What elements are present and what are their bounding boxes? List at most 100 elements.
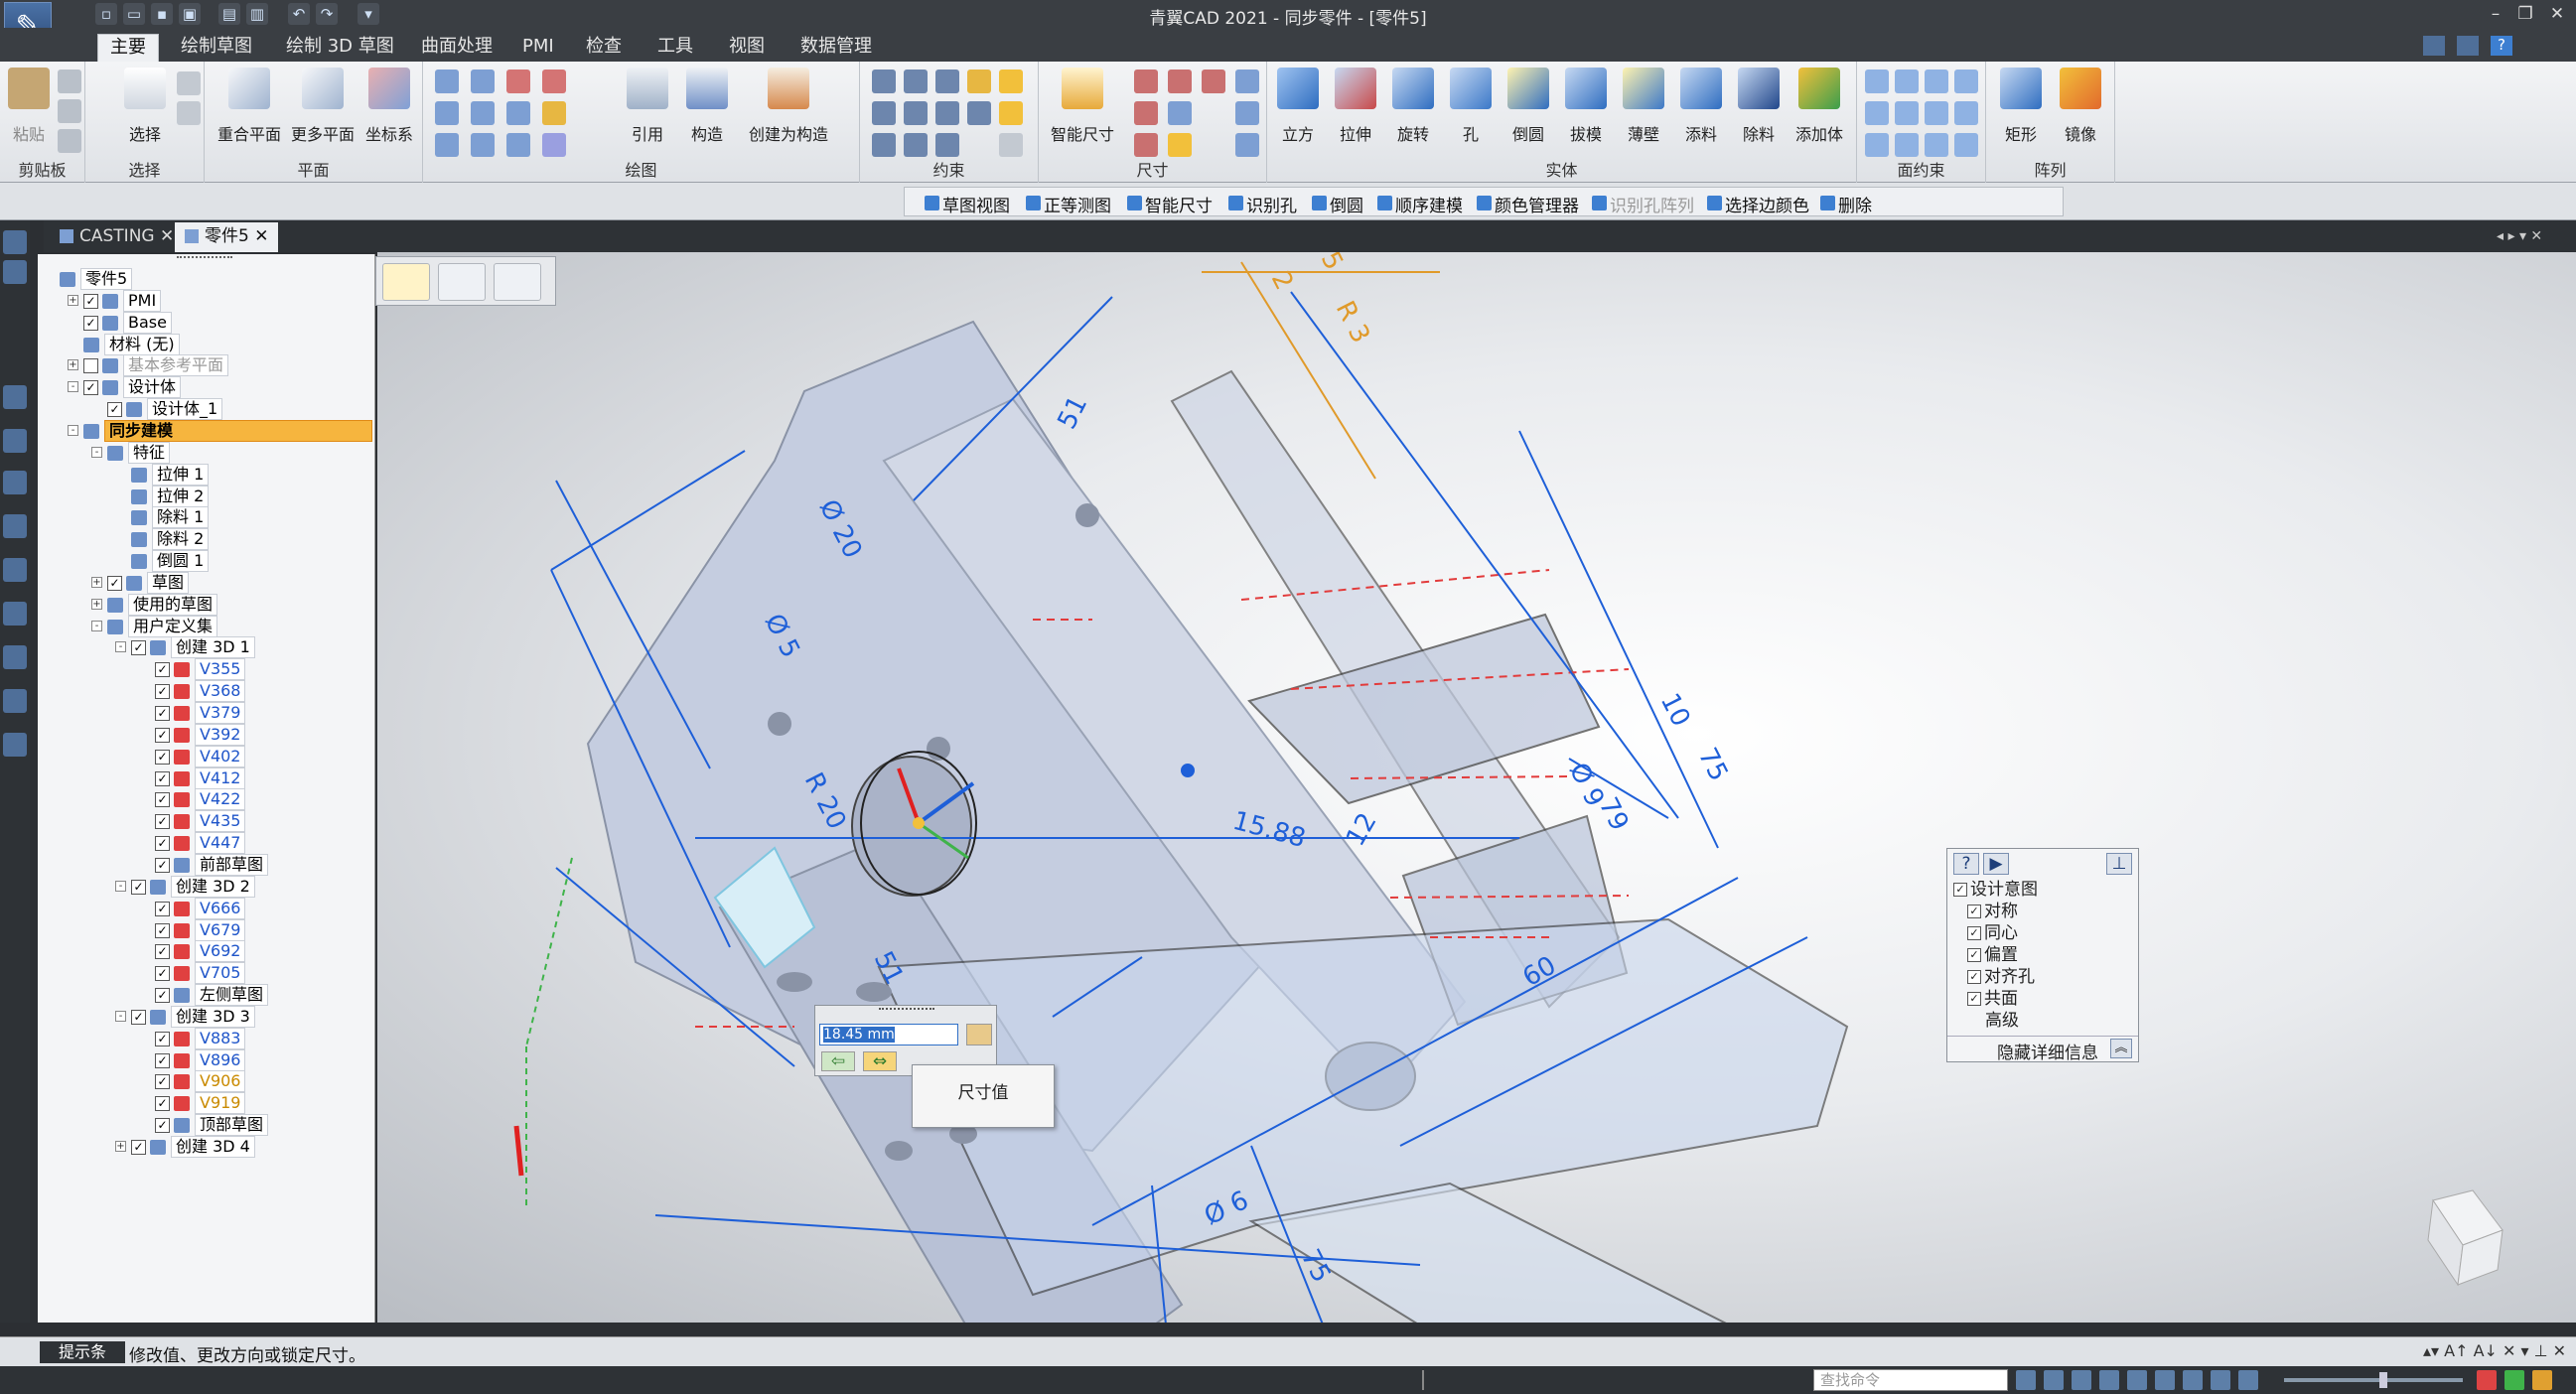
- tree-node[interactable]: ✓ 创建 3D 1: [131, 636, 255, 659]
- intent-coplanar[interactable]: ✓ 共面: [1967, 988, 2018, 1010]
- customize-icon[interactable]: ▾: [358, 3, 379, 25]
- tool-icon[interactable]: [3, 689, 27, 713]
- symmetric-icon[interactable]: [904, 133, 928, 157]
- points-icon[interactable]: [3, 602, 27, 626]
- tree-node[interactable]: ✓ 草图: [107, 571, 190, 594]
- face-perpendicular-icon[interactable]: [1895, 101, 1919, 125]
- tree-expand-icon[interactable]: -: [68, 424, 78, 436]
- tangent-arc-icon[interactable]: [471, 133, 495, 157]
- tree-node[interactable]: ✓ V368: [155, 680, 246, 703]
- checkbox-icon[interactable]: ✓: [131, 1009, 146, 1025]
- dim-style-icon[interactable]: [382, 263, 430, 301]
- tree-node[interactable]: ✓ V692: [155, 940, 246, 963]
- rotate-icon[interactable]: [2155, 1370, 2175, 1390]
- tree-node[interactable]: ✓ 左侧草图: [155, 984, 269, 1007]
- fillet-sketch-icon[interactable]: [542, 70, 566, 93]
- flip-direction-icon[interactable]: ⇦: [821, 1051, 855, 1071]
- command-search-input[interactable]: 查找命令: [1813, 1369, 2008, 1391]
- checkbox-icon[interactable]: [83, 358, 98, 374]
- help-icon[interactable]: ?: [1953, 853, 1979, 875]
- coincident-plane-button[interactable]: 重合平面: [215, 68, 284, 153]
- cut-icon[interactable]: [58, 70, 81, 93]
- tree-node[interactable]: ✓ V355: [155, 658, 246, 681]
- angle-icon[interactable]: [1168, 70, 1192, 93]
- tree-node[interactable]: ✓ V705: [155, 962, 246, 985]
- checkbox-icon[interactable]: ✓: [83, 315, 98, 331]
- checkbox-icon[interactable]: ✓: [155, 1096, 170, 1112]
- checkbox-icon[interactable]: ✓: [155, 1074, 170, 1090]
- tree-node[interactable]: 倒圆 1: [131, 550, 210, 573]
- concentric-icon[interactable]: [935, 70, 959, 93]
- tree-expand-icon[interactable]: -: [115, 880, 126, 892]
- auto-constraint-icon[interactable]: [999, 70, 1023, 93]
- curve-icon[interactable]: [471, 101, 495, 125]
- equal-icon[interactable]: [904, 101, 928, 125]
- cmd-delete[interactable]: 删除: [1818, 192, 1872, 216]
- assembly-icon[interactable]: [3, 558, 27, 582]
- cmd-recognize-hole[interactable]: 识别孔: [1226, 192, 1297, 216]
- face-rigid-icon[interactable]: [1895, 133, 1919, 157]
- checkbox-icon[interactable]: ✓: [155, 922, 170, 938]
- hole-button[interactable]: 孔: [1444, 68, 1498, 153]
- face-symmetric-icon[interactable]: [1925, 70, 1948, 93]
- layers-icon[interactable]: [3, 260, 27, 284]
- tree-node[interactable]: 用户定义集: [107, 615, 218, 637]
- close-icon[interactable]: ✕: [160, 226, 174, 246]
- prompt-controls-icon[interactable]: ▴▾ A↑ A↓ ✕ ▾ ⊥ ✕: [2423, 1341, 2566, 1360]
- face-tangent-icon[interactable]: [1925, 101, 1948, 125]
- arc-icon[interactable]: [471, 70, 495, 93]
- new-icon[interactable]: ▫: [95, 3, 117, 25]
- checkbox-icon[interactable]: ✓: [83, 380, 98, 396]
- close-icon[interactable]: ✕: [2544, 2, 2570, 26]
- checkbox-icon[interactable]: ✓: [155, 1052, 170, 1068]
- dim-text[interactable]: 2: [1265, 267, 1299, 295]
- tree-expand-icon[interactable]: +: [68, 359, 78, 371]
- feature-control-icon[interactable]: [1235, 133, 1259, 157]
- cmd-ordered[interactable]: 顺序建模: [1375, 192, 1463, 216]
- tree-node[interactable]: ✓ V435: [155, 810, 246, 833]
- more-planes-button[interactable]: 更多平面: [288, 68, 358, 153]
- tree-node[interactable]: ✓ 前部草图: [155, 853, 269, 876]
- dim-text[interactable]: 51: [1053, 391, 1094, 434]
- tree-node[interactable]: 材料 (无): [83, 333, 180, 355]
- face-ground-icon[interactable]: [1865, 133, 1889, 157]
- checkbox-icon[interactable]: ✓: [155, 684, 170, 700]
- circle-icon[interactable]: [435, 133, 459, 157]
- revolve-button[interactable]: 旋转: [1386, 68, 1440, 153]
- tree-node[interactable]: ✓ Base: [83, 311, 172, 334]
- checkbox-icon[interactable]: ✓: [83, 293, 98, 309]
- format-painter-icon[interactable]: [58, 129, 81, 153]
- tab-tools[interactable]: 工具: [645, 34, 705, 62]
- face-coplanar-icon[interactable]: [1865, 70, 1889, 93]
- share-icon[interactable]: [2504, 1370, 2524, 1390]
- arrow-icon[interactable]: [2016, 1370, 2036, 1390]
- extend-icon[interactable]: [506, 133, 530, 157]
- checkbox-icon[interactable]: ✓: [155, 1118, 170, 1134]
- cmd-smart-dim[interactable]: 智能尺寸: [1125, 192, 1213, 216]
- part-body[interactable]: [586, 320, 1849, 1323]
- offset-icon[interactable]: [506, 101, 530, 125]
- checkbox-icon[interactable]: ✓: [155, 706, 170, 721]
- tree-node[interactable]: ✓ V883: [155, 1027, 246, 1049]
- display-icon[interactable]: [2238, 1370, 2258, 1390]
- cmd-hole-pattern[interactable]: 识别孔阵列: [1590, 192, 1694, 216]
- select-button[interactable]: 选择: [115, 68, 175, 153]
- pan-icon[interactable]: [2127, 1370, 2147, 1390]
- horizontal-icon[interactable]: [872, 70, 896, 93]
- tree-expand-icon[interactable]: +: [68, 294, 78, 306]
- tab-3d-sketch[interactable]: 绘制 3D 草图: [274, 34, 406, 62]
- coordinate-system-button[interactable]: 坐标系: [359, 68, 419, 153]
- checkbox-icon[interactable]: ✓: [155, 901, 170, 916]
- cmd-sketch-view[interactable]: 草图视图: [923, 192, 1010, 216]
- tree-node[interactable]: 使用的草图: [107, 593, 218, 616]
- connect-icon[interactable]: [872, 101, 896, 125]
- lasso-icon[interactable]: [177, 101, 201, 125]
- checkbox-icon[interactable]: ✓: [155, 988, 170, 1004]
- tree-node[interactable]: 基本参考平面: [83, 354, 229, 377]
- checkbox-icon[interactable]: ✓: [155, 1031, 170, 1046]
- tab-inspect[interactable]: 检查: [574, 34, 634, 62]
- tree-expand-icon[interactable]: +: [115, 1141, 126, 1152]
- checkbox-icon[interactable]: ✓: [155, 749, 170, 765]
- layout-icon[interactable]: [2423, 36, 2445, 56]
- tree-node[interactable]: 零件5: [60, 268, 133, 290]
